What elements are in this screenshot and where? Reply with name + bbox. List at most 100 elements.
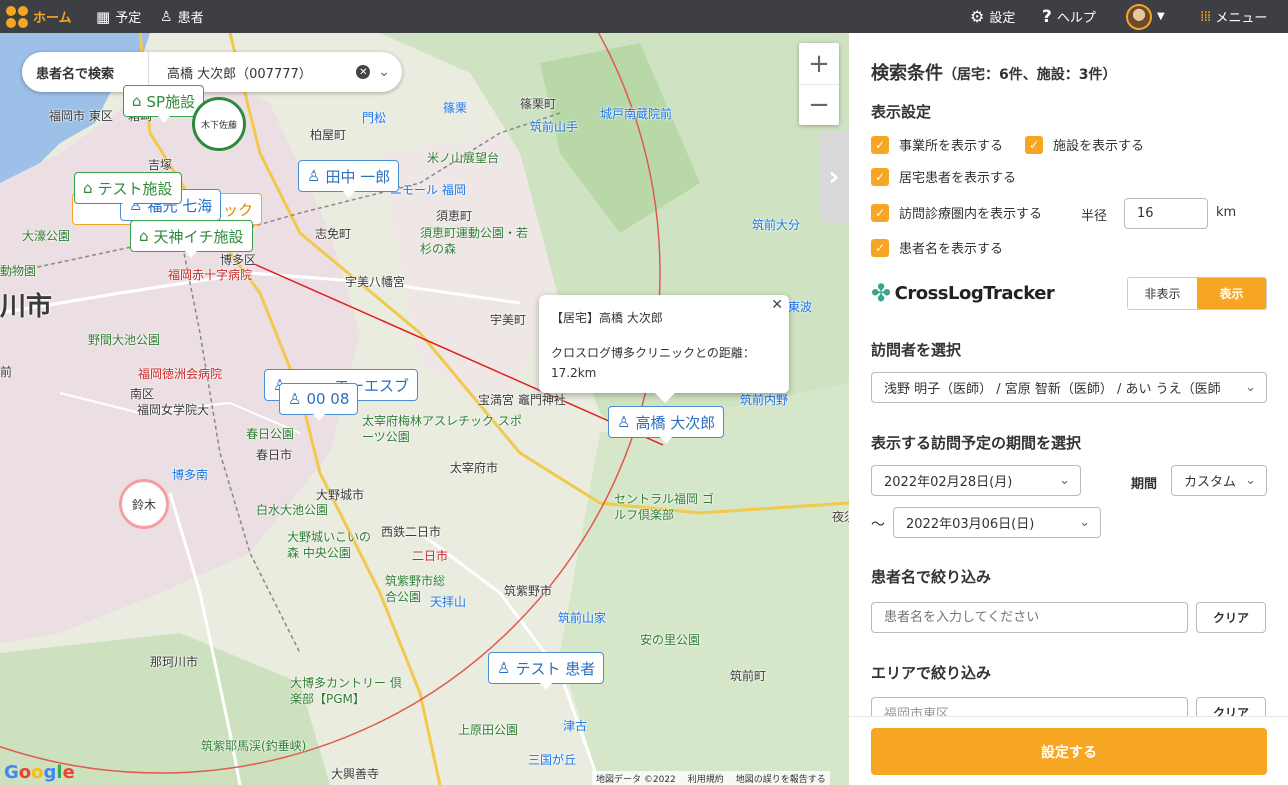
avatar (1126, 3, 1152, 30)
chevron-down-icon: ⌄ (1079, 515, 1090, 530)
show-office-checkbox[interactable]: ✓ 事業所を表示する (871, 135, 1003, 154)
close-icon[interactable]: ✕ (771, 295, 783, 315)
visitor-select[interactable]: 浅野 明子（医師） / 宮原 智新（医師） / あい うえ（医師 ⌄ (871, 372, 1267, 403)
patient-search-bar[interactable]: 患者名で検索 高橋 大次郎（007777） ✕ ⌄ (22, 52, 402, 92)
facility-marker[interactable]: ⌂ テスト施設 (74, 172, 182, 210)
search-input[interactable]: 高橋 大次郎（007777） (149, 63, 356, 82)
facility-marker[interactable]: ⌂ SP施設 (123, 85, 205, 123)
map-place-label: 大野城いこいの森 中央公園 (287, 530, 372, 560)
zoom-out-button[interactable]: − (799, 84, 839, 125)
clear-area-button[interactable]: クリア (1196, 697, 1266, 716)
map-place-label: 三国が丘 (528, 753, 577, 767)
map-place-label: 太宰府梅林アスレチック スポーツ公園 (362, 414, 522, 444)
map-place-label: 白水大池公園 (256, 503, 329, 517)
show-home-patients-checkbox[interactable]: ✓ 居宅患者を表示する (871, 167, 1016, 186)
map-place-label: 大興善寺 (331, 767, 380, 781)
hide-toggle-button[interactable]: 非表示 (1128, 278, 1197, 309)
map-place-label: 大濠公園 (22, 229, 71, 243)
report-error-link[interactable]: 地図の誤りを報告する (736, 772, 826, 785)
map-place-label: 筑前町 (730, 669, 767, 683)
grid-icon: ⁞⁞⁞ (1200, 8, 1211, 25)
map-place-label: セントラル福岡 ゴルフ倶楽部 (614, 492, 714, 522)
visitor-heading: 訪問者を選択 (871, 341, 962, 359)
area-filter-heading: エリアで絞り込み (871, 664, 992, 682)
display-settings-heading: 表示設定 (871, 103, 932, 121)
chevron-down-icon: ⌄ (1245, 380, 1256, 395)
checkbox-checked-icon: ✓ (1025, 135, 1043, 154)
main-menu[interactable]: ⁞⁞⁞ メニュー (1200, 0, 1267, 33)
radius-unit: km (1216, 205, 1237, 220)
map-place-label: 大博多カントリー 倶楽部【PGM】 (290, 676, 402, 706)
area-input[interactable]: 福岡市東区 (871, 697, 1188, 716)
schedule-label: 予定 (115, 11, 142, 26)
chevron-down-icon: ⌄ (1059, 473, 1070, 488)
crosslog-toggle: 非表示 表示 (1127, 277, 1267, 310)
checkbox-label: 患者名を表示する (899, 242, 1004, 257)
home-icon: ⌂ (83, 179, 93, 197)
logo-icon (6, 5, 28, 28)
terms-link[interactable]: 利用規約 (688, 772, 724, 785)
map-place-label: 福岡市 東区 (49, 109, 113, 123)
home-icon: ⌂ (139, 227, 149, 245)
radius-input[interactable]: 16 (1124, 198, 1208, 229)
map-view[interactable]: 福岡市 東区 箱崎 吉塚 柏屋町 篠栗町 篠栗 城戸南蔵院前 筑前山手 門松 米… (0, 33, 849, 785)
date-from-select[interactable]: 2022年02月28日(月) ⌄ (871, 465, 1081, 496)
map-place-label: 筑前内野 (740, 393, 789, 407)
map-place-label: 西鉄二日市 (381, 525, 442, 539)
apply-settings-button[interactable]: 設定する (871, 728, 1267, 775)
title-text: 検索条件 (871, 63, 943, 84)
home-nav[interactable]: ホーム (6, 0, 72, 33)
map-place-label: 那珂川市 (150, 655, 199, 669)
popup-title: 【居宅】高橋 大次郎 (551, 311, 663, 325)
show-range-checkbox[interactable]: ✓ 訪問診療圏内を表示する (871, 203, 1042, 222)
facility-marker[interactable]: ⌂ 天神イチ施設 (130, 220, 253, 258)
map-data-credit: 地図データ ©2022 (596, 774, 676, 785)
office-marker[interactable]: 木下佐藤 (192, 97, 246, 151)
office-marker[interactable]: 鈴木 (119, 479, 169, 529)
patient-marker[interactable]: ♙ 高橋 大次郎 (608, 406, 725, 444)
menu-label: メニュー (1215, 11, 1268, 26)
popup-distance: クロスログ博多クリニックとの距離：17.2km (551, 346, 755, 380)
map-place-label: 上原田公園 (458, 723, 519, 737)
map-place-label: 筑紫野市 (504, 584, 553, 598)
panel-scroll-area[interactable]: 検索条件（居宅：6件、施設：3件） 表示設定 ✓ 事業所を表示する ✓ 施設を表示す… (849, 33, 1288, 716)
period-select[interactable]: カスタム ⌄ (1171, 465, 1267, 496)
zoom-in-button[interactable]: + (799, 43, 839, 84)
map-place-label: 春日公園 (246, 427, 295, 441)
collapse-panel-button[interactable]: › (819, 131, 849, 223)
checkbox-label: 居宅患者を表示する (899, 171, 1017, 186)
period-heading: 表示する訪問予定の期間を選択 (871, 434, 1082, 452)
clear-name-button[interactable]: クリア (1196, 602, 1266, 633)
chevron-down-icon[interactable]: ⌄ (378, 64, 390, 80)
map-place-label: 野間大池公園 (88, 333, 161, 347)
period-label: 期間 (1131, 477, 1158, 492)
date-to-select[interactable]: 2022年03月06日(日) ⌄ (893, 507, 1101, 538)
map-place-label: 宝満宮 竈門神社 (478, 393, 566, 407)
patient-name-input[interactable] (871, 602, 1188, 633)
panel-title: 検索条件（居宅：6件、施設：3件） (871, 59, 1116, 85)
map-place-label: 篠栗町 (520, 97, 557, 111)
map-attribution: 地図データ ©2022 利用規約 地図の誤りを報告する (592, 771, 830, 785)
show-toggle-button[interactable]: 表示 (1197, 278, 1266, 309)
map-place-label: 福岡赤十字病院 (168, 268, 253, 282)
account-menu[interactable]: ▼ (1126, 0, 1165, 33)
patients-nav[interactable]: ♙ 患者 (160, 0, 204, 33)
show-facility-checkbox[interactable]: ✓ 施設を表示する (1025, 135, 1144, 154)
clear-search-icon[interactable]: ✕ (356, 65, 371, 79)
crosslog-tracker-logo: ✤ CrossLogTracker (871, 279, 1055, 307)
patient-marker[interactable]: ♙ 田中 一郎 (298, 160, 400, 198)
schedule-nav[interactable]: ▦ 予定 (96, 0, 141, 33)
help-nav[interactable]: ? ヘルプ (1042, 0, 1096, 33)
person-icon: ♙ (160, 8, 173, 25)
map-place-label: 春日市 (256, 448, 293, 462)
map-place-label: 筑前大分 (752, 218, 801, 232)
show-patient-names-checkbox[interactable]: ✓ 患者名を表示する (871, 238, 1003, 257)
map-place-label: 二日市 (412, 549, 449, 563)
patient-marker[interactable]: ♙ テスト 患者 (488, 652, 605, 690)
calendar-icon: ▦ (96, 7, 111, 26)
period-value: カスタム (1184, 475, 1237, 490)
patient-marker[interactable]: ♙ 00 08 (279, 383, 359, 421)
tilde: 〜 (871, 517, 885, 533)
settings-nav[interactable]: ⚙ 設定 (970, 0, 1015, 33)
crosslog-wordmark: CrossLogTracker (894, 282, 1055, 304)
